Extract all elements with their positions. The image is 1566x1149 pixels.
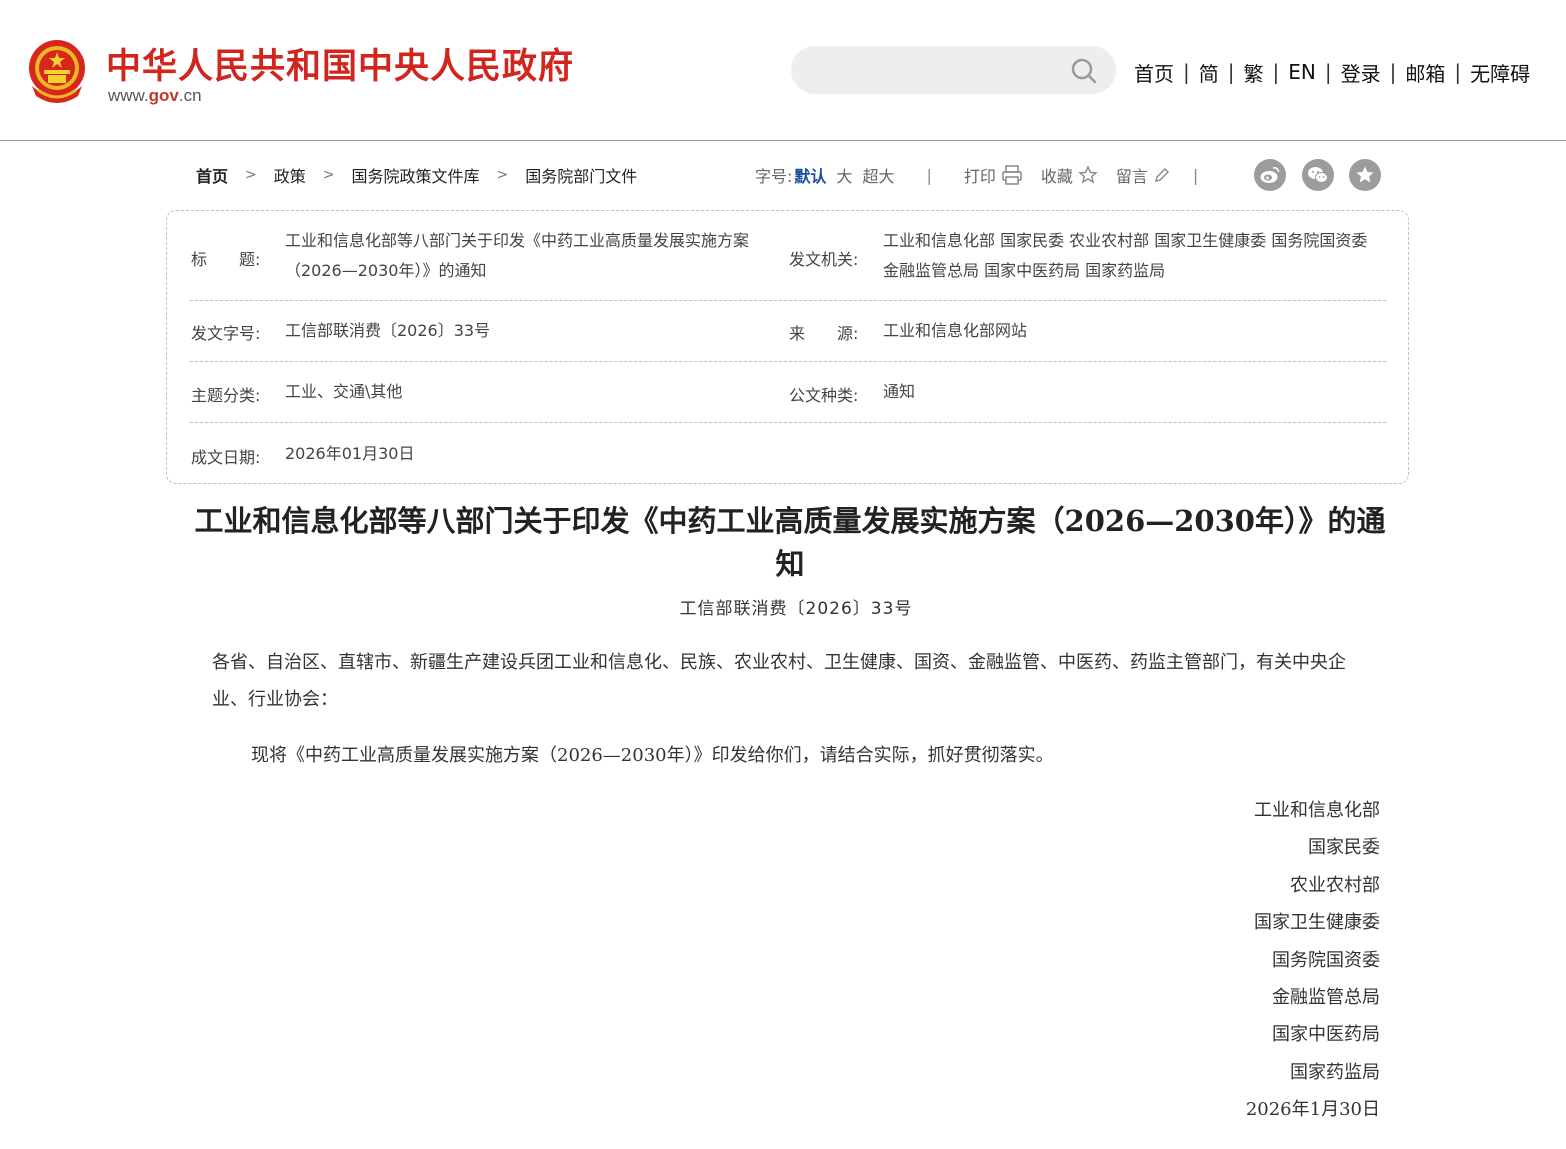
article-tools: 字号: 默认 大 超大 | 打印 收藏 留言 | [755, 161, 1198, 189]
issuer-value: 工业和信息化部 国家民委 农业农村部 国家卫生健康委 国务院国资委 金融监管总局… [883, 231, 1368, 280]
print-button[interactable]: 打印 [964, 163, 1023, 187]
issuer-label: 发文机关: [789, 250, 859, 269]
breadcrumb-arrow: > [322, 167, 335, 183]
nav-home[interactable]: 首页 [1134, 58, 1174, 87]
search-box [791, 46, 1116, 94]
search-icon[interactable] [1070, 57, 1098, 85]
signature-date: 2026年1月30日 [1245, 1099, 1380, 1121]
docno-label: 发文字号: [191, 324, 261, 343]
nav-simplified[interactable]: 简 [1199, 58, 1219, 87]
tools-divider: | [926, 165, 932, 185]
url-prefix: www. [108, 86, 149, 105]
pencil-icon [1154, 168, 1169, 182]
site-url[interactable]: www.gov.cn [108, 86, 202, 106]
national-emblem-icon[interactable] [24, 38, 90, 108]
weibo-icon [1260, 167, 1280, 183]
wechat-share-button[interactable] [1302, 159, 1334, 191]
site-header: 中华人民共和国中央人民政府 www.gov.cn 首页 | 简 | 繁 | EN… [0, 0, 1566, 141]
info-row-docno: 发文字号: 工信部联消费〔2026〕33号 来 源: 工业和信息化部网站 [190, 301, 1386, 362]
title-label: 标 题: [191, 250, 261, 269]
article-addressee: 各省、自治区、直辖市、新疆生产建设兵团工业和信息化、民族、农业农村、卫生健康、国… [212, 652, 1346, 710]
article-title: 工业和信息化部等八部门关于印发《中药工业高质量发展实施方案（2026—2030年… [194, 504, 1386, 581]
nav-traditional[interactable]: 繁 [1244, 58, 1264, 87]
article-doc-number: 工信部联消费〔2026〕33号 [679, 599, 913, 619]
signature-item: 金融监管总局 [1272, 986, 1380, 1008]
article-body: 现将《中药工业高质量发展实施方案（2026—2030年）》印发给你们，请结合实际… [251, 745, 1054, 766]
comment-button[interactable]: 留言 [1116, 163, 1171, 187]
topic-label: 主题分类: [191, 386, 261, 405]
favorite-button[interactable]: 收藏 [1041, 163, 1098, 187]
signature-item: 国家卫生健康委 [1254, 912, 1380, 934]
breadcrumb-home[interactable]: 首页 [196, 163, 228, 187]
date-value: 2026年01月30日 [285, 444, 415, 463]
font-size-default[interactable]: 默认 [794, 163, 826, 187]
printer-icon [1002, 165, 1022, 185]
signature-item: 国务院国资委 [1272, 949, 1380, 971]
doctype-value: 通知 [883, 382, 916, 401]
info-row-topic: 主题分类: 工业、交通\其他 公文种类: 通知 [190, 362, 1386, 423]
topic-value: 工业、交通\其他 [285, 382, 403, 401]
favorite-label: 收藏 [1040, 167, 1073, 186]
doctype-label: 公文种类: [789, 386, 859, 405]
breadcrumb-policy-library[interactable]: 国务院政策文件库 [352, 163, 480, 187]
search-input[interactable] [809, 56, 1059, 84]
weibo-share-button[interactable] [1254, 159, 1286, 191]
nav-separator: | [1183, 60, 1190, 84]
url-suffix: .cn [178, 86, 202, 105]
favorite-star-icon [1356, 166, 1374, 183]
nav-login[interactable]: 登录 [1341, 58, 1381, 87]
font-size-label: 字号: [755, 167, 793, 186]
signature-item: 农业农村部 [1290, 874, 1380, 896]
top-nav: 首页 | 简 | 繁 | EN | 登录 | 邮箱 | 无障碍 [1134, 58, 1530, 86]
star-icon [1078, 165, 1098, 184]
font-size-large[interactable]: 大 [836, 163, 852, 187]
document-info-box: 标 题: 工业和信息化部等八部门关于印发《中药工业高质量发展实施方案（2026—… [166, 210, 1409, 484]
comment-label: 留言 [1115, 167, 1148, 186]
signature-item: 国家药监局 [1290, 1061, 1380, 1083]
nav-separator: | [1227, 60, 1235, 84]
nav-separator: | [1272, 60, 1280, 84]
signature-item: 工业和信息化部 [1254, 800, 1380, 821]
nav-separator: | [1324, 60, 1332, 84]
print-label: 打印 [963, 167, 996, 186]
nav-separator: | [1389, 60, 1397, 84]
wechat-icon [1308, 167, 1328, 183]
breadcrumb-arrow: > [496, 167, 509, 183]
docno-value: 工信部联消费〔2026〕33号 [285, 321, 491, 340]
breadcrumb: 首页 > 政策 > 国务院政策文件库 > 国务院部门文件 [196, 162, 637, 188]
nav-separator: | [1454, 60, 1462, 84]
favorite-share-button[interactable] [1349, 159, 1381, 191]
nav-english[interactable]: EN [1288, 60, 1316, 84]
date-label: 成文日期: [191, 448, 261, 467]
signature-block: 工业和信息化部 国家民委 农业农村部 国家卫生健康委 国务院国资委 金融监管总局… [1000, 792, 1380, 1129]
tools-divider: | [1192, 165, 1199, 185]
nav-mail[interactable]: 邮箱 [1405, 58, 1445, 87]
breadcrumb-department-docs[interactable]: 国务院部门文件 [525, 163, 637, 187]
source-label: 来 源: [789, 324, 859, 343]
nav-accessibility[interactable]: 无障碍 [1470, 58, 1530, 87]
signature-item: 国家民委 [1308, 837, 1380, 859]
breadcrumb-arrow: > [245, 167, 257, 183]
title-value: 工业和信息化部等八部门关于印发《中药工业高质量发展实施方案（2026—2030年… [285, 231, 750, 280]
url-gov: gov [148, 86, 179, 105]
breadcrumb-policy[interactable]: 政策 [274, 163, 306, 187]
site-title[interactable]: 中华人民共和国中央人民政府 [106, 38, 574, 89]
source-value: 工业和信息化部网站 [883, 321, 1028, 340]
font-size-xlarge[interactable]: 超大 [862, 163, 894, 187]
info-row-title: 标 题: 工业和信息化部等八部门关于印发《中药工业高质量发展实施方案（2026—… [190, 211, 1386, 301]
signature-item: 国家中医药局 [1272, 1024, 1380, 1046]
info-row-date: 成文日期: 2026年01月30日 [190, 423, 1386, 483]
